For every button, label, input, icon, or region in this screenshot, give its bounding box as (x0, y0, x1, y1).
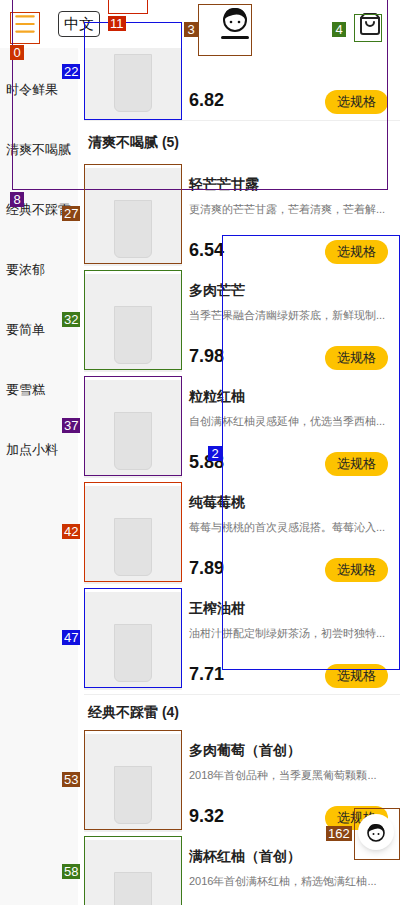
product-image[interactable] (84, 840, 182, 905)
product-description: 自创满杯红柚灵感延伸，优选当季西柚... (189, 413, 388, 430)
product-price: 7.98 (189, 343, 224, 370)
annotation-label: 162 (326, 826, 352, 841)
product-item[interactable]: 纯莓莓桃莓莓与桃桃的首次灵感混搭。莓莓沁入... 7.89 选规格 (84, 482, 400, 588)
product-price: 6.82 (189, 87, 224, 114)
product-item[interactable]: 满杯红柚（首创） 2016年首创满杯红柚，精选饱满红柚... (84, 836, 400, 905)
product-image[interactable] (84, 168, 182, 266)
product-name: 满杯红柚（首创） (189, 846, 388, 867)
menu-icon[interactable] (12, 11, 38, 37)
product-description: 2016年首创满杯红柚，精选饱满红柚... (189, 873, 388, 890)
annotation-label: 3 (184, 22, 198, 37)
annotation-label: 27 (62, 206, 80, 221)
annotation-box (84, 836, 182, 905)
category-item[interactable]: 清爽不喝腻 (0, 120, 78, 180)
section-title: 清爽不喝腻 (5) (84, 120, 400, 164)
product-price: 6.54 (189, 237, 224, 264)
product-section: 清爽不喝腻 (5) 轻芒芒甘露更清爽的芒芒甘露，芒着清爽，芒着解... 6.54 选规… (84, 120, 400, 694)
product-price: 9.32 (189, 803, 224, 830)
select-spec-button[interactable]: 选规格 (325, 90, 388, 114)
product-item[interactable]: 轻芒芒甘露更清爽的芒芒甘露，芒着清爽，芒着解... 6.54 选规格 (84, 164, 400, 270)
select-spec-button[interactable]: 选规格 (325, 240, 388, 264)
product-description: 油柑汁拼配定制绿妍茶汤，初尝时独特... (189, 625, 388, 642)
product-image[interactable] (84, 734, 182, 832)
annotation-label: 42 (62, 524, 80, 539)
product-item[interactable]: 多肉芒芒当季芒果融合清幽绿妍茶底，新鲜现制... 7.98 选规格 (84, 270, 400, 376)
product-description: 当季芒果融合清幽绿妍茶底，新鲜现制... (189, 307, 388, 324)
category-item[interactable]: 要简单 (0, 300, 78, 360)
annotation-label: 37 (62, 418, 80, 433)
annotation-box (84, 588, 182, 688)
annotation-label: 53 (62, 772, 80, 787)
product-name: 多肉芒芒 (189, 280, 388, 301)
annotation-box (222, 235, 400, 670)
product-list: 6.82选规格清爽不喝腻 (5)轻芒芒甘露更清爽的芒芒甘露，芒着清爽，芒着解..… (78, 48, 400, 905)
product-price: 7.89 (189, 555, 224, 582)
annotation-label: 11 (108, 16, 126, 31)
cart-icon[interactable] (358, 12, 382, 36)
annotation-box (84, 164, 182, 264)
category-item[interactable]: 要雪糕 (0, 360, 78, 420)
product-item[interactable]: 王榨油柑油柑汁拼配定制绿妍茶汤，初尝时独特... 7.71 选规格 (84, 588, 400, 694)
annotation-label: 0 (10, 45, 24, 60)
service-button[interactable] (358, 814, 394, 850)
product-description: 莓莓与桃桃的首次灵感混搭。莓莓沁入... (189, 519, 388, 536)
annotation-label: 58 (62, 864, 80, 879)
annotation-box (84, 730, 182, 830)
product-image[interactable] (84, 486, 182, 584)
section-title: 经典不踩雷 (4) (84, 694, 400, 730)
annotation-label: 32 (62, 312, 80, 327)
service-face-icon (365, 821, 387, 843)
annotation-label: 2 (208, 446, 222, 461)
select-spec-button[interactable]: 选规格 (325, 664, 388, 688)
product-price: 7.71 (189, 661, 224, 688)
app: 中文时令鲜果清爽不喝腻经典不踩雷要浓郁要简单要雪糕加点小料6.82选规格清爽不喝… (0, 0, 400, 905)
select-spec-button[interactable]: 选规格 (325, 346, 388, 370)
product-name: 多肉葡萄（首创） (189, 740, 388, 761)
brand-logo-icon[interactable] (213, 2, 257, 46)
annotation-box (84, 482, 182, 582)
annotation-box (84, 270, 182, 370)
product-name: 粒粒红柚 (189, 386, 388, 407)
annotation-label: 4 (332, 22, 346, 37)
select-spec-button[interactable]: 选规格 (325, 558, 388, 582)
product-item[interactable]: 多肉葡萄（首创）2018年首创品种，当季夏黑葡萄颗颗...9.32选规格 (84, 730, 400, 836)
product-name: 王榨油柑 (189, 598, 388, 619)
product-image[interactable] (84, 380, 182, 478)
product-item[interactable]: 6.82 选规格 (84, 48, 400, 120)
category-item[interactable]: 要浓郁 (0, 240, 78, 300)
product-image[interactable] (84, 592, 182, 690)
language-button[interactable]: 中文 (58, 11, 100, 38)
product-section: 经典不踩雷 (4) 多肉葡萄（首创） 2018年首创品种，当季夏黑葡萄颗颗... 9.… (84, 694, 400, 905)
select-spec-button[interactable]: 选规格 (325, 452, 388, 476)
product-name: 纯莓莓桃 (189, 492, 388, 513)
product-item[interactable]: 粒粒红柚自创满杯红柚灵感延伸，优选当季西柚...5.88选规格 (84, 376, 400, 482)
product-image[interactable] (84, 274, 182, 372)
annotation-box (84, 376, 182, 476)
annotation-label: 22 (62, 64, 80, 79)
annotation-label: 8 (10, 192, 24, 207)
product-name: 轻芒芒甘露 (189, 174, 388, 195)
product-description: 更清爽的芒芒甘露，芒着清爽，芒着解... (189, 201, 388, 218)
product-image[interactable] (84, 48, 182, 120)
product-description: 2018年首创品种，当季夏黑葡萄颗颗... (189, 767, 388, 784)
annotation-label: 47 (62, 630, 80, 645)
